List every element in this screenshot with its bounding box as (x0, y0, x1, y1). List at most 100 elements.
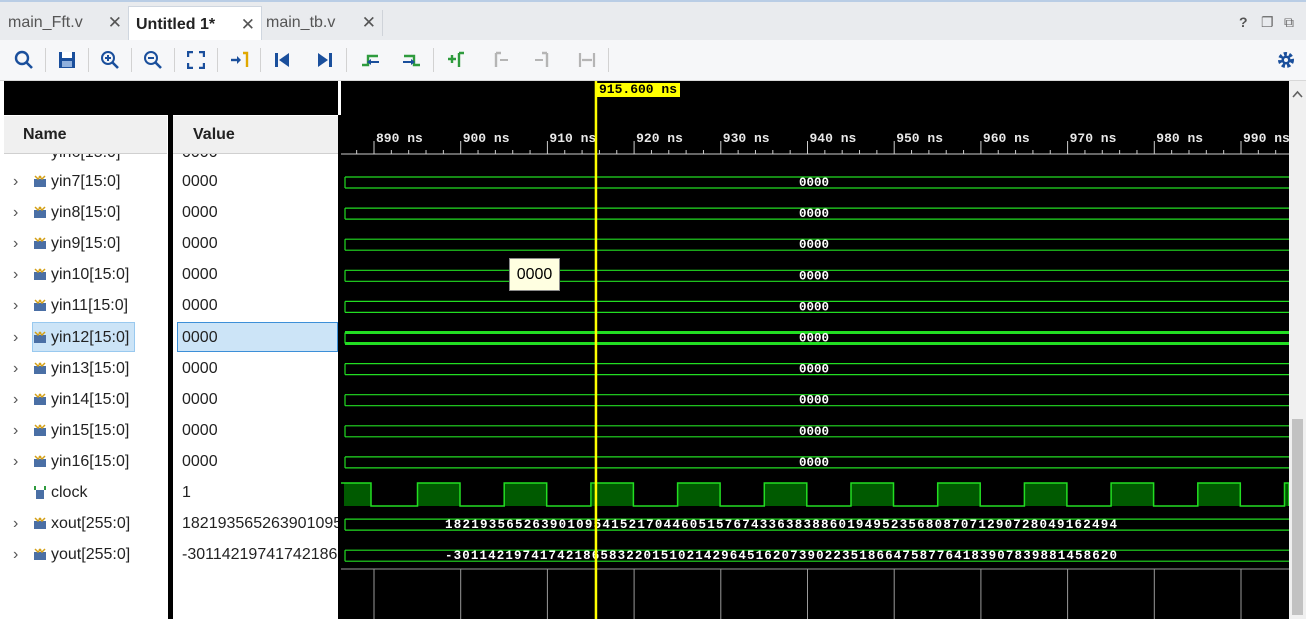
signal-value: -301142197417421865 (182, 546, 338, 564)
bus-value-label: 0000 (799, 456, 829, 470)
close-icon[interactable]: ✕ (108, 13, 122, 33)
waveform-canvas[interactable]: 890 ns 900 ns 910 ns 920 ns 930 ns 940 ns 950 … (341, 81, 1289, 619)
next-transition-icon[interactable] (400, 49, 424, 71)
toolbar-separator (433, 48, 434, 72)
expand-chevron-icon[interactable]: › (13, 515, 18, 533)
vertical-scrollbar[interactable] (1289, 81, 1306, 619)
signal-list-top-bar (4, 81, 338, 115)
signal-name: yin10[15:0] (51, 266, 130, 284)
expand-chevron-icon[interactable]: › (13, 453, 18, 471)
restore-icon[interactable]: ❐ (1261, 14, 1274, 31)
waveform-area[interactable]: 890 ns 900 ns 910 ns 920 ns 930 ns 940 ns 950 … (341, 81, 1289, 619)
signal-name: yin11[15:0] (51, 297, 129, 315)
signal-name: yin15[15:0] (51, 421, 130, 439)
expand-chevron-icon[interactable]: › (13, 266, 18, 284)
signal-value: 0000 (182, 328, 218, 346)
signal-row[interactable]: › yin9[15:0] 0000 (0, 229, 341, 260)
signal-name: yin14[15:0] (51, 390, 130, 408)
clock-high-segment (677, 483, 721, 506)
tab-bar: main_Fft.v ✕ Untitled 1* ✕ main_tb.v ✕ ?… (0, 0, 1306, 42)
bus-signal-icon (34, 175, 46, 187)
tab-main-tb[interactable]: main_tb.v ✕ (260, 6, 382, 40)
previous-transition-icon[interactable] (358, 49, 382, 71)
clock-high-segment (1197, 483, 1241, 506)
save-icon[interactable] (55, 49, 79, 71)
signal-name: yin9[15:0] (51, 235, 121, 253)
bus-signal-icon (34, 206, 46, 219)
swap-cursors-icon[interactable] (575, 49, 599, 71)
signal-row[interactable]: › yin13[15:0] 0000 (0, 354, 341, 385)
zoom-out-icon[interactable] (141, 49, 165, 71)
expand-chevron-icon[interactable]: › (13, 422, 18, 440)
timeline-tick-label: 960 ns (983, 131, 1030, 146)
close-icon[interactable]: ✕ (241, 15, 255, 35)
help-icon[interactable]: ? (1239, 14, 1248, 30)
previous-marker-icon[interactable] (488, 49, 512, 71)
clock-high-segment (937, 483, 981, 506)
signal-row[interactable]: › yin8[15:0] 0000 (0, 198, 341, 229)
expand-chevron-icon[interactable]: › (13, 297, 18, 315)
settings-icon[interactable] (1274, 49, 1298, 71)
signal-name: yin12[15:0] (51, 328, 130, 346)
clock-high-segment (1111, 483, 1154, 506)
tab-label: Untitled 1* (136, 15, 216, 33)
value-column-header[interactable]: Value (173, 116, 338, 154)
signal-row-partial[interactable]: yin6[15:0] 0000 (0, 154, 341, 164)
expand-chevron-icon[interactable]: › (13, 204, 18, 222)
bus-signal-icon (34, 268, 46, 281)
signal-row[interactable]: › yin11[15:0] 0000 (0, 291, 341, 322)
bus-signal-icon (34, 362, 46, 374)
timeline-tick-label: 890 ns (376, 131, 423, 146)
signal-row[interactable]: › yin12[15:0] 0000 (0, 323, 341, 354)
close-icon[interactable]: ✕ (362, 13, 376, 33)
name-column-header[interactable]: Name (4, 116, 167, 154)
signal-row[interactable]: › yin16[15:0] 0000 (0, 447, 341, 478)
go-to-time-zero-icon[interactable] (270, 49, 294, 71)
bus-value-label: 1821935652639010954152170446051576743363… (445, 518, 1117, 532)
next-marker-icon[interactable] (531, 49, 555, 71)
toolbar (0, 40, 1306, 81)
signal-value: 0000 (182, 173, 218, 190)
signal-value: 0000 (182, 266, 218, 284)
go-to-last-time-icon[interactable] (313, 49, 337, 71)
scroll-up-icon[interactable] (1289, 85, 1306, 105)
signal-row[interactable]: › xout[255:0] 182193565263901095 (0, 509, 341, 540)
expand-chevron-icon[interactable]: › (13, 391, 18, 409)
bus-signal-icon (34, 548, 46, 561)
bus-signal-icon (34, 237, 46, 250)
signal-value: 0000 (182, 390, 218, 408)
scrollbar-thumb[interactable] (1292, 419, 1303, 615)
expand-chevron-icon[interactable]: › (13, 235, 18, 253)
search-icon[interactable] (12, 49, 36, 71)
signal-value: 0000 (182, 421, 218, 439)
go-to-cursor-icon[interactable] (227, 49, 251, 71)
wire-signal-icon (34, 486, 46, 499)
zoom-fit-icon[interactable] (184, 49, 208, 71)
signal-row[interactable]: › yin15[15:0] 0000 (0, 416, 341, 447)
signal-value: 0000 (182, 452, 218, 470)
tab-untitled-1[interactable]: Untitled 1* ✕ (128, 6, 262, 42)
signal-row[interactable]: clock 1 (0, 478, 341, 509)
signal-name: yin7[15:0] (51, 173, 121, 190)
zoom-in-icon[interactable] (98, 49, 122, 71)
signal-value: 0000 (182, 235, 218, 253)
signal-row[interactable]: › yout[255:0] -301142197417421865 (0, 540, 341, 571)
clock-high-segment (344, 483, 371, 506)
signal-row[interactable]: › yin10[15:0] 0000 (0, 260, 341, 291)
expand-chevron-icon[interactable]: › (13, 360, 18, 378)
expand-chevron-icon[interactable]: › (13, 173, 18, 191)
add-marker-icon[interactable] (444, 49, 468, 71)
expand-chevron-icon[interactable]: › (13, 329, 18, 347)
timeline-tick-label: 920 ns (636, 131, 683, 146)
bus-signal-icon (34, 455, 46, 467)
signal-row[interactable]: › yin7[15:0] 0000 (0, 167, 341, 198)
cursor-time-label[interactable]: 915.600 ns (596, 83, 681, 97)
timeline-tick-label: 930 ns (723, 131, 770, 146)
maximize-icon[interactable]: ⧉ (1284, 14, 1294, 31)
expand-chevron-icon[interactable]: › (13, 546, 18, 564)
value-column-label: Value (193, 125, 235, 143)
timeline-tick-label: 950 ns (896, 131, 943, 146)
signal-row[interactable]: › yin14[15:0] 0000 (0, 385, 341, 416)
bus-signal-icon (34, 330, 46, 343)
tab-main-fft[interactable]: main_Fft.v ✕ (0, 6, 128, 40)
